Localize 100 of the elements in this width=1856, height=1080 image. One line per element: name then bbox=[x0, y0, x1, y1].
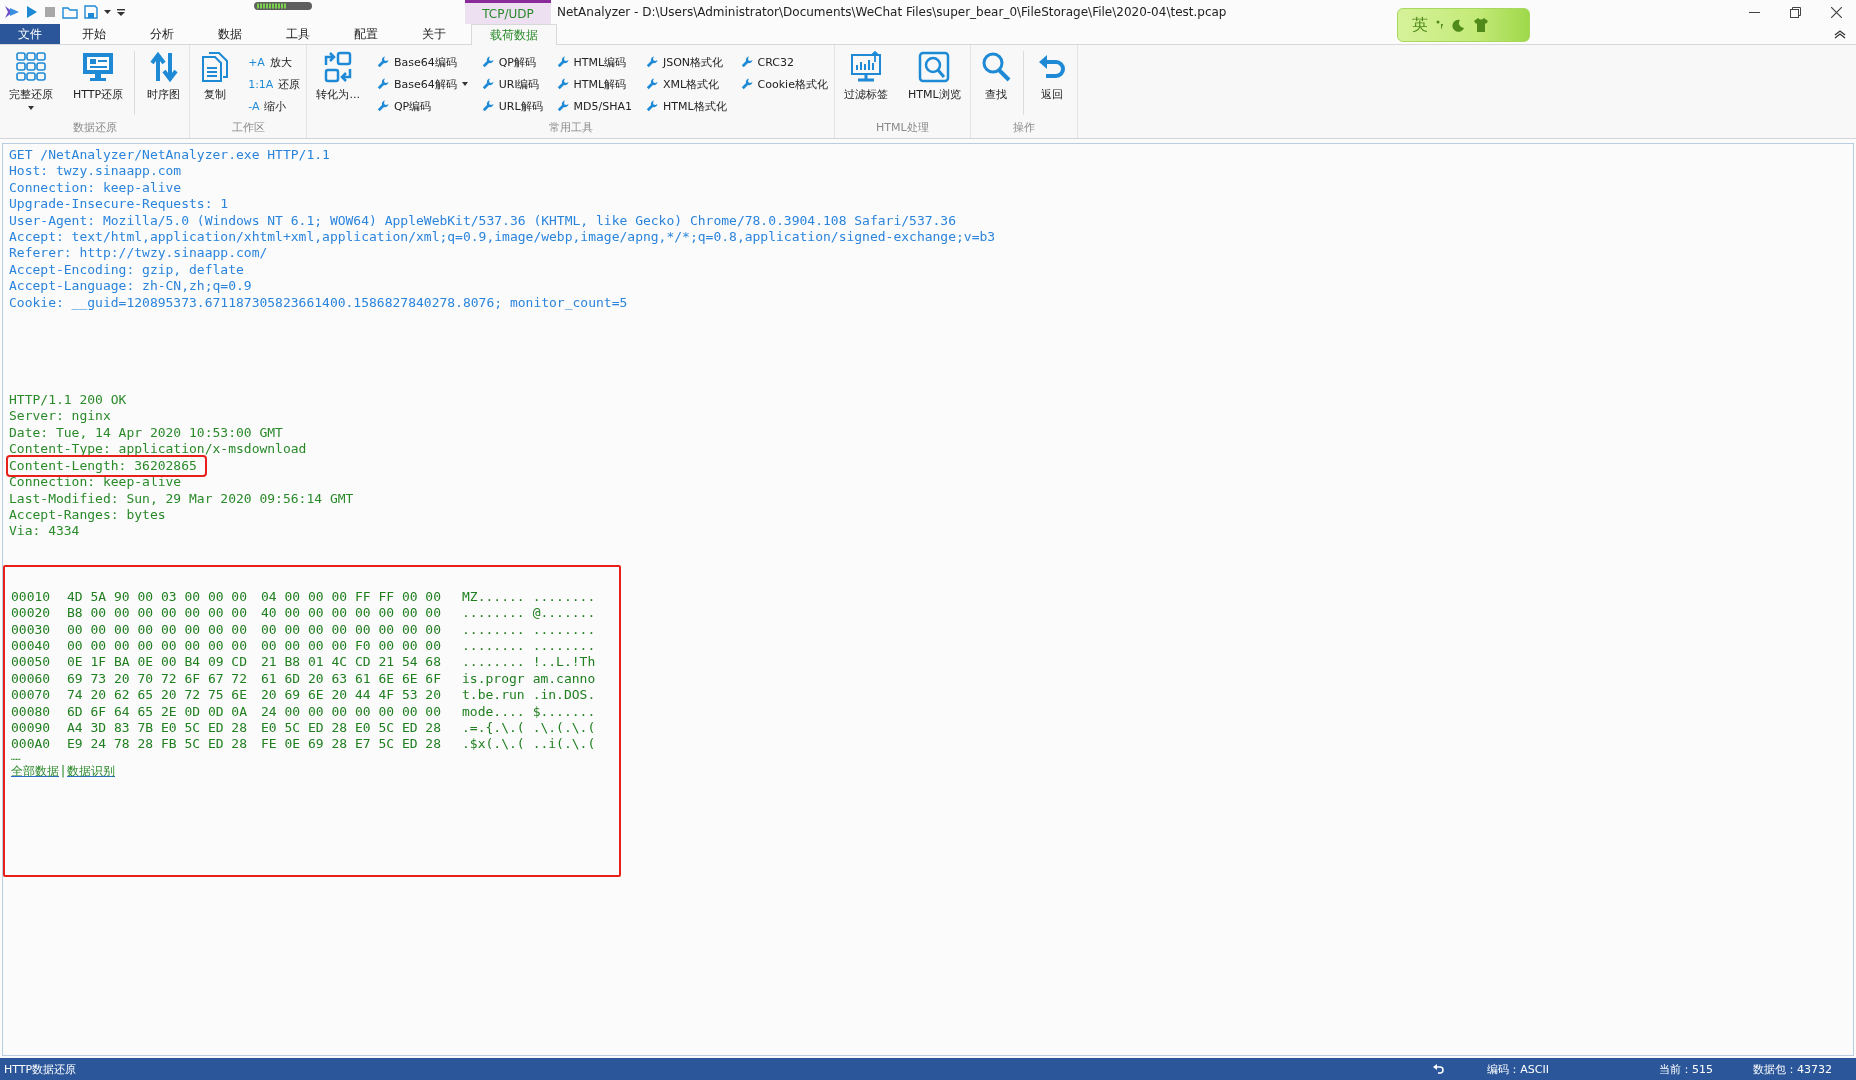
hex-bytes: 74 20 62 65 20 72 75 6E bbox=[67, 687, 248, 704]
punctuation-icon[interactable] bbox=[1436, 20, 1444, 30]
ribbon-item[interactable]: CRC32 bbox=[740, 53, 828, 71]
folder-icon[interactable] bbox=[62, 5, 78, 19]
ribbon-button[interactable]: 转化为... bbox=[313, 51, 363, 115]
ribbon-item[interactable]: Cookie格式化 bbox=[740, 75, 828, 93]
moon-icon[interactable] bbox=[1452, 18, 1465, 32]
ribbon-tab[interactable]: 工具 bbox=[264, 24, 332, 44]
hex-offset: 00090 bbox=[11, 719, 52, 737]
ribbon-button[interactable]: 复制 bbox=[196, 51, 235, 115]
customize-icon[interactable] bbox=[117, 8, 125, 16]
ribbon-tab[interactable]: 配置 bbox=[332, 24, 400, 44]
ribbon-item[interactable]: Base64编码 bbox=[376, 53, 468, 71]
hex-ascii: !..L.!Th bbox=[532, 654, 596, 671]
save-icon[interactable] bbox=[84, 5, 98, 19]
hex-bytes: 21 B8 01 4C CD 21 54 68 bbox=[261, 654, 442, 671]
hex-ascii: ........ bbox=[462, 621, 525, 638]
response-line: Server: nginx bbox=[9, 408, 112, 425]
wrench-icon bbox=[740, 56, 753, 68]
bird-logo-icon bbox=[4, 5, 20, 19]
ribbon-item[interactable]: URl编码 bbox=[481, 75, 543, 93]
hex-bytes: 00 00 00 00 00 00 00 00 bbox=[67, 637, 248, 655]
hex-offset: 00030 bbox=[11, 621, 52, 638]
group-label: 数据还原 bbox=[71, 120, 118, 136]
ribbon-tab[interactable]: 数据 bbox=[196, 24, 264, 44]
ribbon-item[interactable]: MD5/SHA1 bbox=[556, 97, 632, 115]
hex-offset: 000A0 bbox=[11, 736, 52, 753]
data-link[interactable]: 数据识别 bbox=[67, 762, 116, 780]
wrench-icon bbox=[376, 100, 389, 112]
undo-icon[interactable] bbox=[1433, 1064, 1446, 1074]
ribbon-button[interactable]: 查找 bbox=[976, 51, 1015, 115]
window-magnifier-icon bbox=[918, 51, 951, 83]
ellipsis-text: …… bbox=[11, 752, 22, 763]
hex-ascii: @....... bbox=[532, 605, 596, 622]
hex-offset: 00050 bbox=[11, 654, 52, 671]
request-line: GET /NetAnalyzer/NetAnalyzer.exe HTTP/1.1 bbox=[9, 147, 331, 164]
ribbon-tab[interactable]: 分析 bbox=[128, 24, 196, 44]
hex-offset: 00070 bbox=[11, 687, 52, 704]
ribbon-button[interactable]: HTTP还原 bbox=[70, 51, 127, 115]
hex-offset: 00010 bbox=[11, 588, 52, 606]
group-label: 常用工具 bbox=[547, 120, 594, 136]
ribbon-item[interactable]: 1:1A 还原 bbox=[248, 75, 301, 93]
ribbon-button[interactable]: 完整还原 bbox=[6, 51, 56, 115]
response-line: Last-Modified: Sun, 29 Mar 2020 09:56:14 GMT bbox=[9, 490, 355, 507]
ribbon-item[interactable]: HTML格式化 bbox=[645, 97, 727, 115]
hex-bytes: 04 00 00 00 FF FF 00 00 bbox=[261, 588, 442, 606]
ribbon-item[interactable]: XML格式化 bbox=[645, 75, 727, 93]
hex-bytes: 24 00 00 00 00 00 00 00 bbox=[261, 703, 442, 720]
hex-bytes: E9 24 78 28 FB 5C ED 28 bbox=[67, 736, 248, 753]
grid-icon bbox=[15, 51, 47, 83]
restore-icon[interactable] bbox=[1790, 6, 1801, 18]
hex-ascii: ........ bbox=[462, 637, 525, 655]
ribbon-item[interactable]: URL解码 bbox=[481, 97, 543, 115]
wrench-icon bbox=[556, 78, 569, 90]
hex-ascii: ........ bbox=[462, 654, 525, 671]
hex-ascii: .in.DOS. bbox=[532, 687, 596, 704]
hex-bytes: 61 6D 20 63 61 6E 6E 6F bbox=[261, 670, 442, 688]
wrench-icon bbox=[645, 56, 658, 68]
play-icon[interactable] bbox=[26, 5, 38, 19]
chart-monitor-icon bbox=[849, 51, 882, 83]
hex-ascii: ........ bbox=[532, 588, 596, 606]
request-line: Connection: keep-alive bbox=[9, 179, 183, 197]
wrench-icon bbox=[645, 78, 658, 90]
ribbon-item[interactable]: QP解码 bbox=[481, 53, 543, 71]
collapse-ribbon-icon[interactable] bbox=[1834, 29, 1846, 39]
ribbon-button[interactable]: 时序图 bbox=[134, 51, 184, 115]
response-line: Via: 4334 bbox=[9, 523, 81, 540]
caret-icon bbox=[461, 82, 468, 86]
zoom-glyph-icon: -A bbox=[248, 99, 260, 113]
hex-bytes: 20 69 6E 20 44 4F 53 20 bbox=[261, 687, 442, 704]
ribbon-item[interactable]: +A 放大 bbox=[248, 53, 301, 71]
file-menu-button[interactable]: 文件 bbox=[0, 24, 60, 44]
shirt-icon[interactable] bbox=[1473, 18, 1489, 32]
ribbon-button[interactable]: 过滤标签 bbox=[840, 51, 891, 115]
ime-mode-label[interactable]: 英 bbox=[1412, 14, 1428, 36]
caret-icon[interactable] bbox=[104, 9, 111, 15]
hex-ascii: t.be.run bbox=[462, 687, 525, 704]
ribbon-tab[interactable]: 关于 bbox=[400, 24, 468, 44]
close-icon[interactable] bbox=[1831, 6, 1842, 18]
ribbon-item[interactable]: Base64解码 bbox=[376, 75, 468, 93]
ribbon-tab[interactable]: 载荷数据 bbox=[471, 24, 557, 45]
hex-bytes: 0E 1F BA 0E 00 B4 09 CD bbox=[67, 654, 248, 671]
hex-bytes: 69 73 20 70 72 6F 67 72 bbox=[67, 670, 248, 688]
data-link[interactable]: 全部数据 bbox=[11, 762, 59, 780]
ribbon-tab[interactable]: 开始 bbox=[60, 24, 128, 44]
ime-toolbar[interactable]: 英 bbox=[1397, 8, 1530, 42]
ribbon-item[interactable]: HTML解码 bbox=[556, 75, 632, 93]
ribbon-button[interactable]: 返回 bbox=[1022, 51, 1071, 115]
response-line: Connection: keep-alive bbox=[9, 474, 183, 491]
ribbon-item[interactable]: JSON格式化 bbox=[645, 53, 727, 71]
monitor-icon bbox=[82, 51, 115, 83]
wrench-icon bbox=[645, 100, 658, 112]
wrench-icon bbox=[481, 100, 494, 112]
hex-offset: 00080 bbox=[11, 703, 52, 720]
ribbon-item[interactable]: QP编码 bbox=[376, 97, 468, 115]
ribbon-item[interactable]: HTML编码 bbox=[556, 53, 632, 71]
link-separator: | bbox=[61, 762, 66, 780]
request-line: Accept-Encoding: gzip, deflate bbox=[9, 261, 245, 279]
ribbon-button[interactable]: HTML浏览 bbox=[904, 51, 964, 115]
ribbon-item[interactable]: -A 缩小 bbox=[248, 97, 301, 115]
